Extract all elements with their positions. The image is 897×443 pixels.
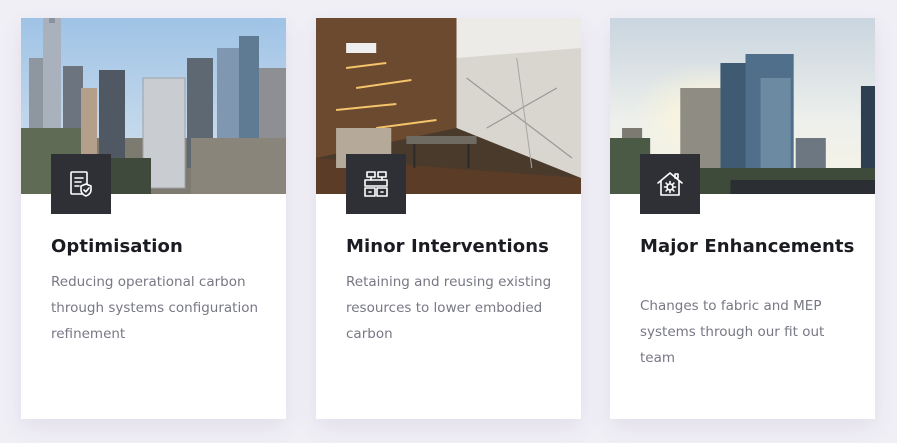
checklist-shield-icon: [51, 154, 111, 214]
service-card-minor-interventions[interactable]: Minor Interventions Retaining and reusin…: [316, 18, 581, 419]
card-description: Retaining and reusing existing resources…: [346, 274, 552, 342]
card-description: Changes to fabric and MEP systems throug…: [640, 298, 825, 366]
service-card-optimisation[interactable]: Optimisation Reducing operational carbon…: [21, 18, 286, 419]
service-card-major-enhancements[interactable]: Major Enhancements Changes to fabric and…: [610, 18, 875, 419]
card-title: Optimisation: [51, 236, 183, 257]
card-title: Minor Interventions: [346, 236, 549, 257]
house-gear-icon: [640, 154, 700, 214]
card-title: Major Enhancements: [640, 236, 855, 257]
service-cards-section: Optimisation Reducing operational carbon…: [0, 0, 897, 443]
building-blocks-icon: [346, 154, 406, 214]
card-description: Reducing operational carbon through syst…: [51, 274, 259, 342]
